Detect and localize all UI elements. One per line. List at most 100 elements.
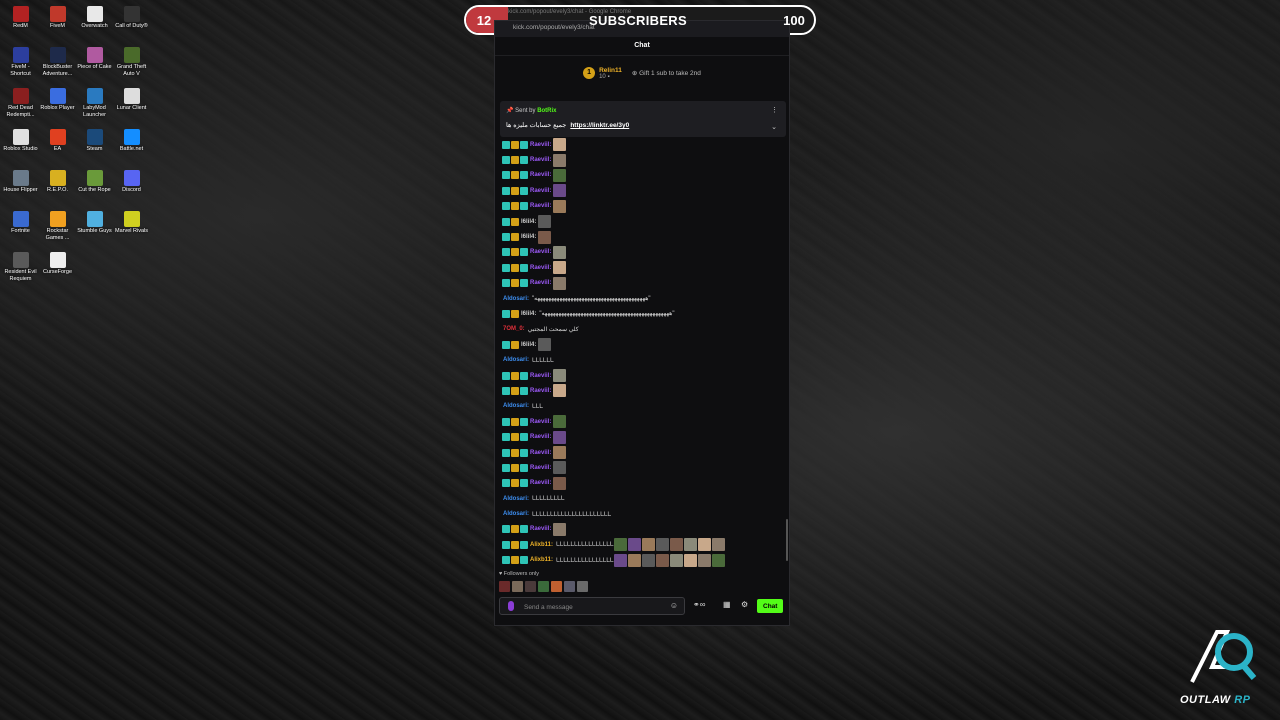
emote[interactable] — [656, 538, 670, 552]
gift-box-icon[interactable]: ▦ — [723, 600, 731, 609]
emote[interactable] — [698, 553, 712, 567]
desktop-icon[interactable]: Roblox Player — [39, 86, 76, 127]
emote[interactable] — [642, 538, 656, 552]
chat-username[interactable]: Aldosari: — [503, 296, 529, 302]
desktop-icon[interactable]: EA — [39, 127, 76, 168]
chat-username[interactable]: Raeviil: — [530, 526, 551, 532]
emote[interactable] — [553, 446, 567, 459]
send-chat-button[interactable]: Chat — [757, 599, 783, 613]
message-input-box[interactable]: ☺ — [499, 597, 685, 615]
chat-username[interactable]: l6lil4: — [521, 311, 536, 317]
pinned-options-icon[interactable]: ⋮ — [771, 106, 778, 114]
desktop-icon[interactable]: Marvel Rivals — [113, 209, 150, 250]
desktop-icon[interactable]: Cut the Rope — [76, 168, 113, 209]
chat-username[interactable]: Raeviil: — [530, 265, 551, 271]
chat-username[interactable]: Raeviil: — [530, 157, 551, 163]
emote[interactable] — [525, 581, 536, 592]
chat-username[interactable]: Raeviil: — [530, 465, 551, 471]
emote[interactable] — [577, 581, 588, 592]
emote[interactable] — [553, 461, 567, 475]
desktop-icon[interactable]: RedM — [2, 4, 39, 45]
emote[interactable] — [712, 553, 726, 567]
chat-username[interactable]: Raeviil: — [530, 142, 551, 148]
chat-username[interactable]: Alixb11: — [530, 542, 553, 548]
emote[interactable] — [656, 553, 670, 567]
emote[interactable] — [628, 538, 642, 552]
emote[interactable] — [538, 230, 552, 244]
mic-icon[interactable] — [508, 601, 514, 611]
emote[interactable] — [712, 538, 726, 552]
desktop-icon[interactable]: FiveM - Shortcut — [2, 45, 39, 86]
gift-sub-prompt[interactable]: ⊕ Gift 1 sub to take 2nd — [632, 69, 701, 77]
desktop-icon[interactable]: Overwatch — [76, 4, 113, 45]
emote[interactable] — [628, 553, 642, 567]
desktop-icon[interactable]: House Flipper — [2, 168, 39, 209]
emote[interactable] — [553, 415, 567, 429]
emote[interactable] — [538, 581, 549, 592]
emote[interactable] — [512, 581, 523, 592]
desktop-icon[interactable]: Discord — [113, 168, 150, 209]
emote[interactable] — [684, 538, 698, 552]
emote[interactable] — [499, 581, 510, 592]
desktop-icon[interactable]: Steam — [76, 127, 113, 168]
chat-username[interactable]: Raeviil: — [530, 480, 551, 486]
emote[interactable] — [551, 581, 562, 592]
desktop-icon[interactable]: Grand Theft Auto V — [113, 45, 150, 86]
emote[interactable] — [553, 276, 567, 290]
emote[interactable] — [670, 538, 684, 552]
link-icon[interactable]: ⚭∞ — [693, 600, 705, 609]
chat-username[interactable]: Alixb11: — [530, 557, 553, 563]
chat-username[interactable]: Raeviil: — [530, 388, 551, 394]
chat-username[interactable]: Raeviil: — [530, 450, 551, 456]
leader-name[interactable]: Relin11 — [599, 67, 622, 74]
emote[interactable] — [553, 245, 567, 259]
desktop-icon[interactable]: LabyMod Launcher — [76, 86, 113, 127]
desktop-icon[interactable]: BlockBuster Adventure... — [39, 45, 76, 86]
chat-username[interactable]: Aldosari: — [503, 496, 529, 502]
chat-username[interactable]: Raeviil: — [530, 249, 551, 255]
gear-icon[interactable]: ⚙ — [741, 600, 748, 609]
desktop-icon[interactable]: Piece of Cake — [76, 45, 113, 86]
desktop-icon[interactable]: Lunar Client — [113, 86, 150, 127]
chat-scrollbar[interactable] — [786, 519, 788, 561]
emote[interactable] — [553, 384, 567, 398]
chevron-down-icon[interactable]: ⌄ — [771, 123, 777, 131]
emote[interactable] — [553, 430, 567, 444]
emote[interactable] — [553, 199, 567, 213]
chat-username[interactable]: l6lil4: — [521, 234, 536, 240]
emote[interactable] — [698, 538, 712, 552]
desktop-icon[interactable]: CurseForge — [39, 250, 76, 291]
message-input[interactable] — [522, 600, 666, 614]
desktop-icon[interactable]: Rockstar Games ... — [39, 209, 76, 250]
emote[interactable] — [684, 553, 698, 567]
chat-username[interactable]: Raeviil: — [530, 188, 551, 194]
emoji-icon[interactable]: ☺ — [670, 601, 678, 610]
desktop-icon[interactable]: Fortnite — [2, 209, 39, 250]
desktop-icon[interactable]: Battle.net — [113, 127, 150, 168]
chat-username[interactable]: Aldosari: — [503, 357, 529, 363]
desktop-icon[interactable]: Red Dead Redempti... — [2, 86, 39, 127]
desktop-icon[interactable]: FiveM — [39, 4, 76, 45]
emote[interactable] — [553, 369, 567, 383]
chat-username[interactable]: Aldosari: — [503, 511, 529, 517]
emote[interactable] — [553, 138, 567, 152]
emote[interactable] — [538, 338, 552, 352]
emote[interactable] — [553, 261, 567, 275]
chat-username[interactable]: Raeviil: — [530, 419, 551, 425]
chat-username[interactable]: Raeviil: — [530, 434, 551, 440]
desktop-icon[interactable]: Roblox Studio — [2, 127, 39, 168]
desktop-icon[interactable]: Resident Evil Requiem — [2, 250, 39, 291]
emote[interactable] — [553, 184, 567, 198]
emote[interactable] — [614, 553, 628, 567]
emote[interactable] — [538, 215, 552, 229]
pinned-user[interactable]: BotRix — [537, 108, 556, 114]
chat-username[interactable]: l6lil4: — [521, 219, 536, 225]
emote[interactable] — [614, 538, 628, 552]
emote[interactable] — [553, 476, 567, 490]
desktop-icon[interactable]: R.E.P.O. — [39, 168, 76, 209]
chat-username[interactable]: Raeviil: — [530, 172, 551, 178]
chat-username[interactable]: Raeviil: — [530, 373, 551, 379]
emote[interactable] — [553, 522, 567, 536]
chat-username[interactable]: l6lil4: — [521, 342, 536, 348]
desktop-icon[interactable]: Stumble Guys — [76, 209, 113, 250]
